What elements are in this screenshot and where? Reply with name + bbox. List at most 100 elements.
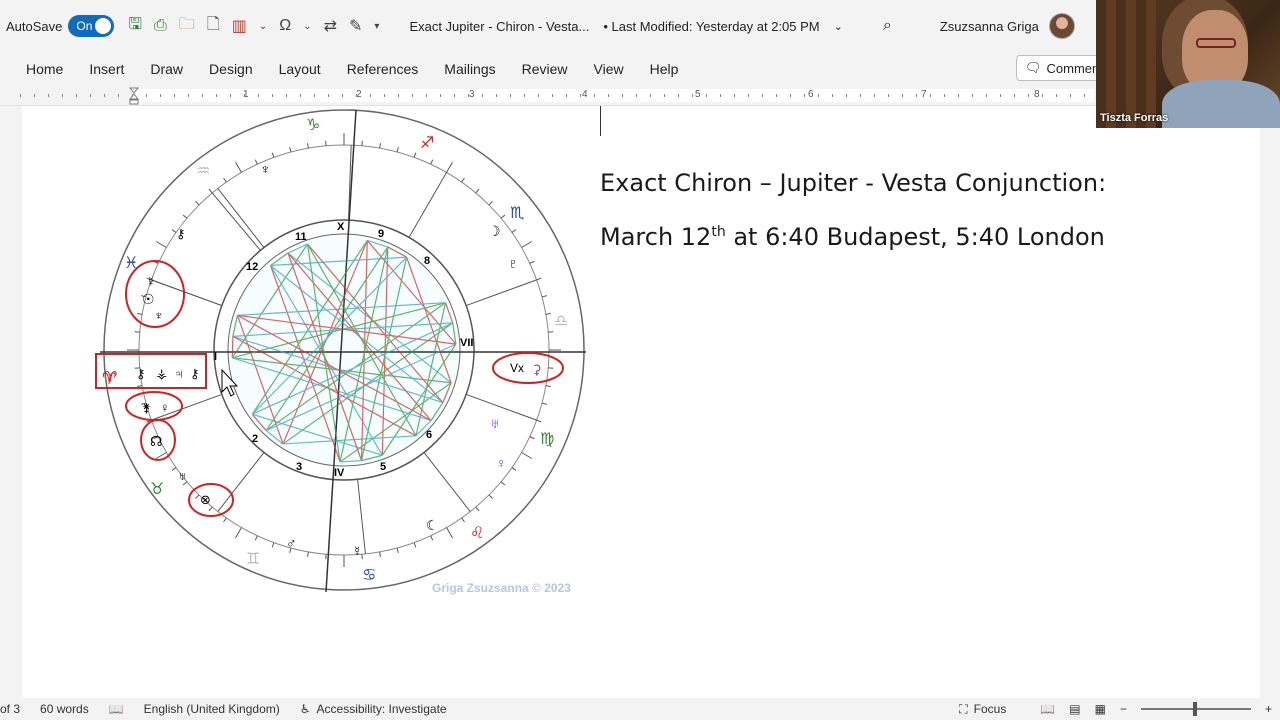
ruler-tick bbox=[692, 94, 693, 97]
document-title[interactable]: Exact Jupiter - Chiron - Vesta... bbox=[409, 19, 589, 34]
dropdown-icon[interactable]: ⌄ bbox=[303, 21, 311, 32]
house-number: IV bbox=[334, 467, 345, 479]
ruler-tick bbox=[440, 94, 441, 97]
autosave-toggle[interactable]: On bbox=[68, 15, 115, 37]
document-title-area[interactable]: Exact Jupiter - Chiron - Vesta... • Last… bbox=[409, 19, 842, 34]
ruler-tick bbox=[384, 94, 385, 97]
sun-icon: ☉ bbox=[142, 291, 155, 307]
user-account[interactable]: Zsuzsanna Griga bbox=[940, 13, 1075, 39]
tab-review[interactable]: Review bbox=[509, 61, 581, 77]
tab-design[interactable]: Design bbox=[196, 61, 266, 77]
aspect-line bbox=[231, 336, 234, 358]
customize-toolbar-icon[interactable]: ▾ bbox=[374, 21, 379, 32]
mercury-icon: ☿ bbox=[146, 274, 156, 289]
page-count[interactable]: of 3 bbox=[0, 702, 20, 716]
zoom-out-icon[interactable]: − bbox=[1120, 702, 1127, 716]
house-cusp-line bbox=[217, 188, 265, 248]
web-layout-icon[interactable]: ▦ bbox=[1095, 702, 1106, 716]
chiron-conj-icon: ⚷ bbox=[136, 366, 146, 381]
dropdown-icon[interactable]: ⌄ bbox=[259, 21, 267, 32]
last-modified[interactable]: • Last Modified: Yesterday at 2:05 PM bbox=[603, 19, 819, 34]
pluto-icon: ♇ bbox=[508, 255, 519, 271]
quick-access-toolbar: 🖫 ⎙ 🗀 🗋 ▥ ⌄ Ω ⌄ ⇄ ✎ ▾ bbox=[128, 13, 379, 40]
chart-insert-icon[interactable]: ▥ bbox=[232, 16, 247, 36]
ruler-tick bbox=[706, 94, 707, 97]
ruler-tick bbox=[804, 94, 805, 97]
document-heading[interactable]: Exact Chiron – Jupiter - Vesta Conjuncti… bbox=[600, 156, 1106, 264]
ruler-tick bbox=[62, 94, 63, 97]
scorpio-icon: ♏ bbox=[510, 205, 524, 222]
tab-home[interactable]: Home bbox=[13, 61, 76, 77]
tab-layout[interactable]: Layout bbox=[266, 61, 334, 77]
language-indicator[interactable]: English (United Kingdom) bbox=[144, 702, 280, 716]
ruler-tick bbox=[594, 94, 595, 97]
video-call-thumbnail[interactable]: Tiszta Forras bbox=[1096, 0, 1280, 128]
zodiac-degree-tick bbox=[396, 147, 399, 153]
vesta-small-icon: ⚵ bbox=[142, 401, 151, 415]
zodiac-degree-tick bbox=[511, 467, 517, 471]
ruler-tick bbox=[762, 94, 763, 97]
draw-icon[interactable]: ✎ bbox=[349, 16, 362, 36]
symbol-icon[interactable]: Ω bbox=[279, 17, 291, 35]
heading-line-2[interactable]: March 12th at 6:40 Budapest, 5:40 London bbox=[600, 210, 1106, 264]
ruler-tick bbox=[300, 94, 301, 97]
ruler-tick bbox=[174, 94, 175, 97]
ruler-tick bbox=[216, 94, 217, 97]
tab-insert[interactable]: Insert bbox=[76, 61, 137, 77]
libra-icon: ♎ bbox=[554, 313, 568, 330]
print-layout-icon[interactable]: ▤ bbox=[1069, 702, 1080, 716]
taurus-point-icon: ♅ bbox=[178, 469, 187, 483]
gemini-icon: ♊ bbox=[246, 551, 260, 568]
tab-draw[interactable]: Draw bbox=[137, 61, 196, 77]
tab-help[interactable]: Help bbox=[637, 61, 692, 77]
tab-mailings[interactable]: Mailings bbox=[431, 61, 508, 77]
zoom-in-icon[interactable]: + bbox=[1265, 702, 1272, 716]
annotation-circle-mars-venus bbox=[125, 391, 183, 421]
save-icon[interactable]: 🖫 bbox=[128, 13, 142, 40]
focus-button[interactable]: ⛶ Focus bbox=[959, 702, 1006, 717]
ruler-tick bbox=[720, 94, 721, 97]
redo-icon[interactable]: ⇄ bbox=[324, 16, 337, 36]
chevron-down-icon[interactable]: ⌄ bbox=[834, 20, 843, 33]
zodiac-degree-tick bbox=[379, 143, 381, 149]
house-number: 12 bbox=[246, 261, 258, 273]
new-document-icon[interactable]: 🗋 bbox=[207, 13, 220, 40]
tab-references[interactable]: References bbox=[334, 61, 432, 77]
word-count[interactable]: 60 words bbox=[40, 702, 89, 716]
moon-icon: ☽ bbox=[488, 223, 501, 239]
astrology-chart-image[interactable]: X 9 8 VII 6 5 IV 3 2 I 12 11 ♑ ♐ ♏ ♎ ♍ ♌… bbox=[94, 106, 614, 598]
horizontal-ruler[interactable]: 1 2 3 4 5 6 7 8 bbox=[0, 86, 1096, 106]
zoom-slider[interactable] bbox=[1140, 702, 1251, 716]
user-name[interactable]: Zsuzsanna Griga bbox=[940, 19, 1039, 34]
accessibility-status[interactable]: ♿ Accessibility: Investigate bbox=[300, 702, 447, 716]
focus-icon: ⛶ bbox=[959, 701, 968, 716]
zodiac-degree-tick bbox=[541, 402, 547, 405]
zodiac-degree-tick bbox=[137, 313, 143, 315]
house-number: 11 bbox=[295, 231, 307, 243]
ruler-tick bbox=[790, 94, 791, 97]
proofing-icon[interactable]: 📖 bbox=[109, 702, 124, 716]
read-mode-icon[interactable]: 📖 bbox=[1040, 702, 1055, 716]
search-icon[interactable]: ⌕ bbox=[883, 17, 892, 35]
zodiac-degree-tick bbox=[223, 177, 227, 183]
heading-line-1[interactable]: Exact Chiron – Jupiter - Vesta Conjuncti… bbox=[600, 156, 1106, 210]
zodiac-degree-tick bbox=[413, 542, 417, 548]
zodiac-degree-tick bbox=[529, 260, 535, 264]
zodiac-degree-tick bbox=[307, 551, 309, 557]
chiron-icon: ⚷ bbox=[176, 226, 186, 241]
document-page[interactable]: X 9 8 VII 6 5 IV 3 2 I 12 11 ♑ ♐ ♏ ♎ ♍ ♌… bbox=[22, 106, 1260, 698]
comments-button[interactable]: 🗨 Commen bbox=[1016, 55, 1106, 81]
zodiac-degree-tick bbox=[521, 241, 533, 248]
zodiac-degree-tick bbox=[545, 313, 551, 315]
print-icon[interactable]: ⎙ bbox=[154, 17, 167, 35]
zodiac-degree-tick bbox=[461, 177, 465, 183]
tab-view[interactable]: View bbox=[581, 61, 637, 77]
indent-marker-icon[interactable] bbox=[129, 86, 139, 106]
capricorn-icon: ♑ bbox=[306, 117, 320, 134]
ruler-tick bbox=[104, 94, 105, 97]
ruler-tick bbox=[454, 94, 455, 97]
open-folder-icon[interactable]: 🗀 bbox=[179, 13, 195, 40]
ruler-tick bbox=[314, 94, 315, 97]
zodiac-degree-tick bbox=[235, 161, 242, 173]
avatar[interactable] bbox=[1048, 13, 1075, 39]
